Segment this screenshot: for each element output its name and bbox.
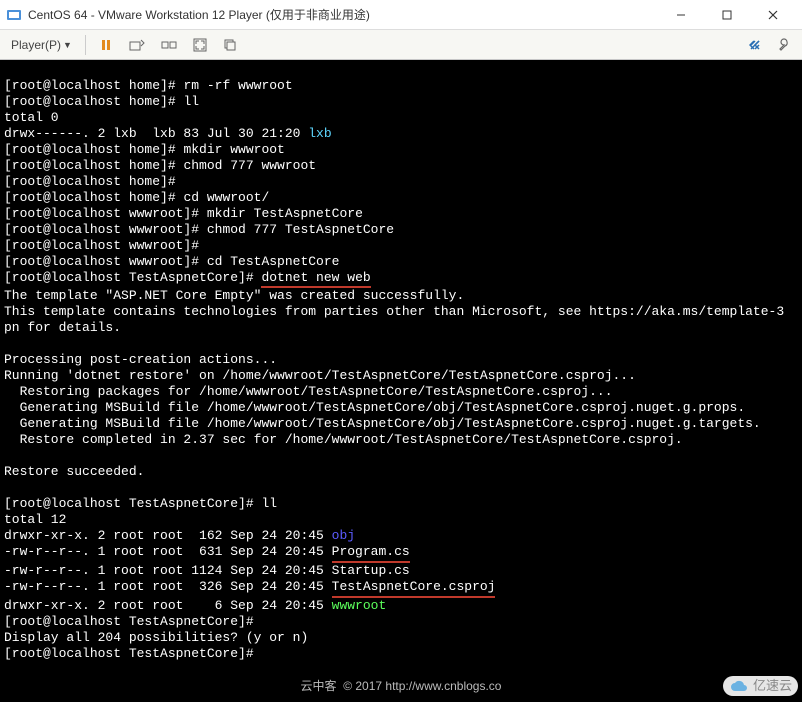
output-line: drwxr-xr-x. 2 root root 162 Sep 24 20:45 [4,528,332,543]
highlighted-file: Program.cs [332,544,410,563]
toolbar: Player(P) ▼ [0,30,802,60]
output-line: total 0 [4,110,59,125]
prompt: [root@localhost home]# [4,142,183,157]
output-line: total 12 [4,512,66,527]
fullscreen-button[interactable] [186,34,214,56]
highlighted-cmd: dotnet new web [261,270,370,288]
output-line: The template "ASP.NET Core Empty" was cr… [4,288,464,303]
prompt: [root@localhost home]# [4,174,183,189]
output-line: Generating MSBuild file /home/wwwroot/Te… [4,416,761,431]
window-title: CentOS 64 - VMware Workstation 12 Player… [28,6,658,23]
cmd: mkdir wwwroot [183,142,284,157]
output-line: Restore succeeded. [4,464,144,479]
cmd: ll [183,94,199,109]
close-button[interactable] [750,0,796,29]
cmd: ll [261,496,277,511]
output-line: -rw-r--r--. 1 root root 631 Sep 24 20:45 [4,544,332,559]
dropdown-caret-icon: ▼ [63,40,72,50]
output-line: pn for details. [4,320,121,335]
prompt: [root@localhost home]# [4,94,183,109]
cmd: cd wwwroot/ [183,190,269,205]
player-menu-button[interactable]: Player(P) ▼ [4,34,79,56]
cmd: cd TestAspnetCore [207,254,340,269]
dir-name: obj [332,528,355,543]
prompt: [root@localhost wwwroot]# [4,206,207,221]
maximize-button[interactable] [704,0,750,29]
output-line: Processing post-creation actions... [4,352,277,367]
output-line: Restoring packages for /home/wwwroot/Tes… [4,384,613,399]
cmd: mkdir TestAspnetCore [207,206,363,221]
prompt: [root@localhost home]# [4,190,183,205]
minimize-button[interactable] [658,0,704,29]
output-line: drwx------. 2 lxb lxb 83 Jul 30 21:20 [4,126,308,141]
cmd: rm -rf wwwroot [183,78,292,93]
watermark-center: 云中客 © 2017 http://www.cnblogs.co [301,678,502,694]
terminal-output[interactable]: [root@localhost home]# rm -rf wwwroot [r… [0,60,802,702]
output-line: Display all 204 possibilities? (y or n) [4,630,308,645]
output-line: -rw-r--r--. 1 root root 1124 Sep 24 20:4… [4,563,410,578]
unity-button[interactable] [154,34,184,56]
tools-button[interactable] [770,34,798,56]
output-line: Running 'dotnet restore' on /home/wwwroo… [4,368,636,383]
watermark-right: 亿速云 [723,676,798,696]
pause-button[interactable] [92,34,120,56]
collapse-button[interactable] [742,35,768,55]
cmd: chmod 777 wwwroot [183,158,316,173]
output-line: Restore completed in 2.37 sec for /home/… [4,432,683,447]
output-line: Generating MSBuild file /home/wwwroot/Te… [4,400,745,415]
prompt: [root@localhost home]# [4,158,183,173]
prompt: [root@localhost TestAspnetCore]# [4,496,261,511]
output-line: -rw-r--r--. 1 root root 326 Sep 24 20:45 [4,579,332,594]
prompt: [root@localhost wwwroot]# [4,238,207,253]
player-menu-label: Player(P) [11,38,61,52]
prompt: [root@localhost TestAspnetCore]# [4,614,261,629]
cmd: chmod 777 TestAspnetCore [207,222,394,237]
output-line: drwxr-xr-x. 2 root root 6 Sep 24 20:45 [4,598,332,613]
cycle-button[interactable] [216,34,244,56]
toolbar-separator [85,35,86,55]
dir-name: wwwroot [332,598,387,613]
prompt: [root@localhost TestAspnetCore]# [4,270,261,285]
window-titlebar: CentOS 64 - VMware Workstation 12 Player… [0,0,802,30]
output-line: This template contains technologies from… [4,304,784,319]
dir-name: lxb [308,126,331,141]
watermark-right-text: 亿速云 [753,678,792,694]
app-icon [6,7,22,23]
prompt: [root@localhost wwwroot]# [4,222,207,237]
prompt: [root@localhost TestAspnetCore]# [4,646,261,661]
highlighted-file: TestAspnetCore.csproj [332,579,496,598]
cloud-icon [729,679,749,693]
send-ctrl-alt-del-button[interactable] [122,34,152,56]
prompt: [root@localhost wwwroot]# [4,254,207,269]
prompt: [root@localhost home]# [4,78,183,93]
